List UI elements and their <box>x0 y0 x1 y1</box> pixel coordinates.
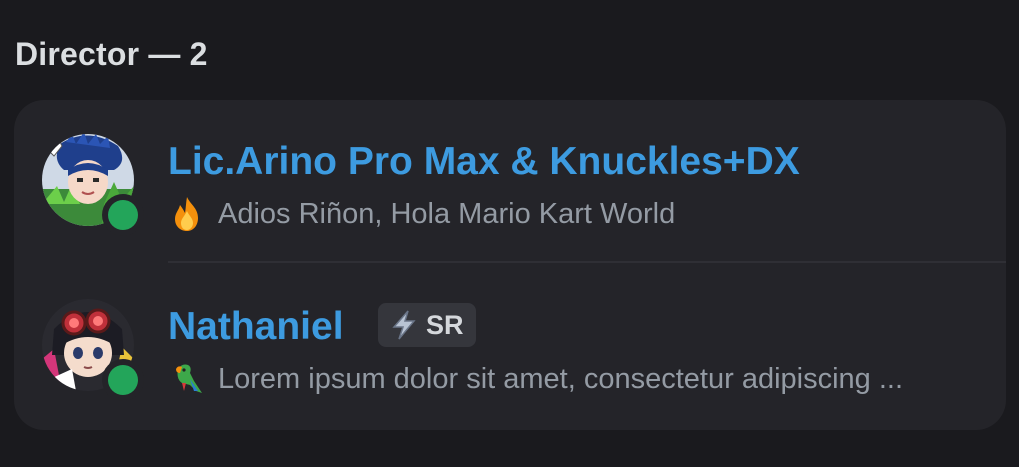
server-tag-badge[interactable]: SR <box>378 303 476 347</box>
status-text: Adios Riñon, Hola Mario Kart World <box>218 197 676 230</box>
server-tag-text: SR <box>426 309 464 340</box>
status-text: Lorem ipsum dolor sit amet, consectetur … <box>218 362 904 395</box>
member-list: Lic.Arino Pro Max & Knuckles+DX Adios Ri… <box>14 100 1006 430</box>
custom-status: Lorem ipsum dolor sit amet, consectetur … <box>168 361 903 397</box>
member-row[interactable]: Lic.Arino Pro Max & Knuckles+DX Adios Ri… <box>14 100 1006 265</box>
member-row[interactable]: Nathaniel SR Lorem ipsum dolor sit amet,… <box>14 265 1006 430</box>
avatar[interactable] <box>42 299 138 395</box>
fire-icon <box>168 196 206 232</box>
member-name[interactable]: Nathaniel <box>168 305 344 349</box>
online-status-indicator <box>108 365 138 395</box>
divider <box>168 261 1006 263</box>
online-status-indicator <box>108 200 138 230</box>
lightning-icon <box>388 309 420 341</box>
section-header: Director — 2 <box>15 36 208 72</box>
avatar[interactable] <box>42 134 138 230</box>
parrot-icon <box>168 361 206 397</box>
custom-status: Adios Riñon, Hola Mario Kart World <box>168 196 675 232</box>
member-name[interactable]: Lic.Arino Pro Max & Knuckles+DX <box>168 140 800 184</box>
